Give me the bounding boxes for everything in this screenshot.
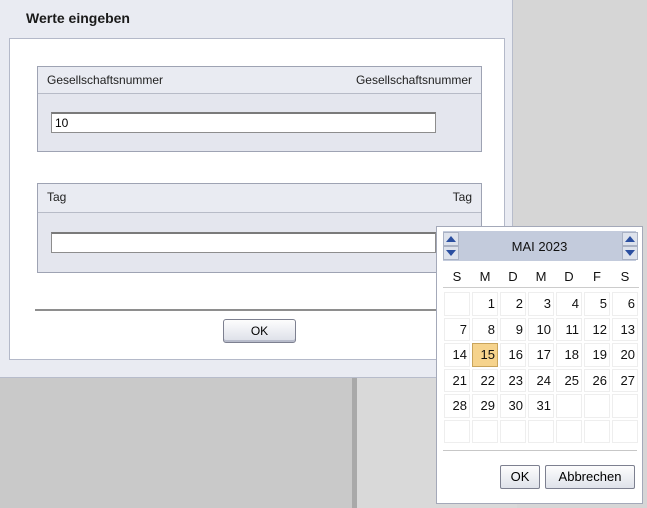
day-cell-22[interactable]: 22 xyxy=(472,368,498,392)
ok-button[interactable]: OK xyxy=(223,319,296,343)
day-cell-26[interactable]: 26 xyxy=(584,368,610,392)
day-cell-28[interactable]: 28 xyxy=(444,394,470,418)
field-label-right: Tag xyxy=(452,190,472,204)
day-cell-10[interactable]: 10 xyxy=(528,317,554,341)
day-cell-12[interactable]: 12 xyxy=(584,317,610,341)
weekday-label: F xyxy=(593,269,601,284)
dialog-title: Werte eingeben xyxy=(26,10,130,26)
date-picker-popup: MAI 2023 S M D M D F S 1 2 3 4 5 6 7 8 9 10 11 12 13… xyxy=(436,226,643,504)
day-cell-11[interactable]: 11 xyxy=(556,317,582,341)
separator xyxy=(35,309,481,311)
day-cell-30[interactable]: 30 xyxy=(500,394,526,418)
day-cell-24[interactable]: 24 xyxy=(528,368,554,392)
day-cell-empty xyxy=(472,419,498,443)
day-cell-empty xyxy=(584,394,610,418)
field-group-company-number: Gesellschaftsnummer Gesellschaftsnummer … xyxy=(37,66,482,152)
day-cell-5[interactable]: 5 xyxy=(584,292,610,316)
day-cell-empty xyxy=(556,419,582,443)
calendar-cancel-button[interactable]: Abbrechen xyxy=(545,465,635,489)
field-label-right: Gesellschaftsnummer xyxy=(355,73,472,87)
day-grid: 1 2 3 4 5 6 7 8 9 10 11 12 13 14 15 16 17 18 19 20 21 22 23 24 2… xyxy=(443,291,639,444)
day-cell-23[interactable]: 23 xyxy=(500,368,526,392)
day-cell-empty xyxy=(556,394,582,418)
day-cell-empty xyxy=(612,394,638,418)
day-cell-4[interactable]: 4 xyxy=(556,292,582,316)
month-down-button[interactable] xyxy=(443,246,459,260)
year-up-button[interactable] xyxy=(443,232,459,246)
day-cell-empty xyxy=(528,419,554,443)
day-cell-7[interactable]: 7 xyxy=(444,317,470,341)
calendar-header: MAI 2023 xyxy=(443,231,636,261)
day-cell-20[interactable]: 20 xyxy=(612,343,638,367)
day-cell-2[interactable]: 2 xyxy=(500,292,526,316)
arrow-down-icon xyxy=(446,250,456,256)
day-cell-27[interactable]: 27 xyxy=(612,368,638,392)
field-label: Tag xyxy=(47,190,67,204)
month-year-label: MAI 2023 xyxy=(511,239,568,254)
day-cell-empty xyxy=(444,292,470,316)
day-cell-14[interactable]: 14 xyxy=(444,343,470,367)
field-header: Tag Tag xyxy=(38,184,481,213)
day-cell-17[interactable]: 17 xyxy=(528,343,554,367)
day-cell-empty xyxy=(584,419,610,443)
day-cell-3[interactable]: 3 xyxy=(528,292,554,316)
weekday-header-row: S M D M D F S xyxy=(443,267,639,288)
day-cell-19[interactable]: 19 xyxy=(584,343,610,367)
day-cell-21[interactable]: 21 xyxy=(444,368,470,392)
weekday-label: S xyxy=(620,269,630,284)
day-cell-8[interactable]: 8 xyxy=(472,317,498,341)
background-pane-bottom xyxy=(0,378,352,508)
weekday-label: M xyxy=(535,269,547,284)
weekday-label: M xyxy=(479,269,491,284)
day-cell-empty xyxy=(500,419,526,443)
day-input[interactable] xyxy=(51,232,436,253)
day-cell-31[interactable]: 31 xyxy=(528,394,554,418)
day-cell-29[interactable]: 29 xyxy=(472,394,498,418)
day-cell-1[interactable]: 1 xyxy=(472,292,498,316)
weekday-label: D xyxy=(564,269,574,284)
field-group-day: Tag Tag xyxy=(37,183,482,273)
weekday-label: D xyxy=(508,269,518,284)
day-cell-25[interactable]: 25 xyxy=(556,368,582,392)
company-number-input[interactable]: 10 xyxy=(51,112,436,133)
day-cell-13[interactable]: 13 xyxy=(612,317,638,341)
field-header: Gesellschaftsnummer Gesellschaftsnummer xyxy=(38,67,481,94)
day-cell-15[interactable]: 15 xyxy=(472,343,498,367)
year-up-button-right[interactable] xyxy=(622,232,638,246)
month-down-button-right[interactable] xyxy=(622,246,638,260)
day-cell-empty xyxy=(612,419,638,443)
arrow-up-icon xyxy=(625,236,635,242)
day-cell-empty xyxy=(444,419,470,443)
field-label: Gesellschaftsnummer xyxy=(47,73,164,87)
calendar-ok-button[interactable]: OK xyxy=(500,465,540,489)
dialog-body: Gesellschaftsnummer Gesellschaftsnummer … xyxy=(9,38,505,360)
calendar-footer-divider xyxy=(443,450,637,451)
day-cell-16[interactable]: 16 xyxy=(500,343,526,367)
arrow-down-icon xyxy=(625,250,635,256)
arrow-up-icon xyxy=(446,236,456,242)
day-cell-6[interactable]: 6 xyxy=(612,292,638,316)
weekday-label: S xyxy=(452,269,462,284)
day-cell-18[interactable]: 18 xyxy=(556,343,582,367)
day-cell-9[interactable]: 9 xyxy=(500,317,526,341)
